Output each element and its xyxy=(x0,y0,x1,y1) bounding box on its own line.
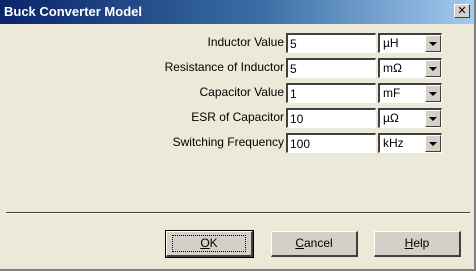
resistance-unit-select[interactable]: mΩ xyxy=(378,58,442,78)
chevron-down-icon xyxy=(429,117,437,121)
inductor-unit-select[interactable]: µH xyxy=(378,33,442,53)
inductor-unit-value: µH xyxy=(383,36,399,50)
separator-line xyxy=(6,212,470,214)
ok-button[interactable]: OK xyxy=(165,230,254,258)
dialog-window: Buck Converter Model ✕ Inductor Value µH… xyxy=(0,0,476,271)
capacitor-value-input[interactable] xyxy=(286,83,376,103)
close-icon: ✕ xyxy=(457,4,467,17)
field-row-esr-of-capacitor: ESR of Capacitor µΩ xyxy=(0,108,476,128)
inductor-value-input[interactable] xyxy=(286,33,376,53)
field-row-capacitor-value: Capacitor Value mF xyxy=(0,83,476,103)
cancel-button-label: Cancel xyxy=(295,236,333,250)
chevron-down-icon xyxy=(429,92,437,96)
esr-of-capacitor-input[interactable] xyxy=(286,108,376,128)
capacitor-value-label: Capacitor Value xyxy=(199,85,285,99)
resistance-unit-value: mΩ xyxy=(383,61,402,75)
chevron-down-icon xyxy=(429,67,437,71)
switching-frequency-input[interactable] xyxy=(286,133,376,153)
help-button[interactable]: Help xyxy=(374,231,461,257)
chevron-down-icon xyxy=(429,42,437,46)
frequency-unit-dropdown-button[interactable] xyxy=(425,135,441,152)
resistance-unit-dropdown-button[interactable] xyxy=(425,60,441,77)
esr-of-capacitor-label: ESR of Capacitor xyxy=(191,110,284,124)
inductor-value-label: Inductor Value xyxy=(207,35,285,49)
capacitor-unit-value: mF xyxy=(383,86,401,100)
esr-unit-select[interactable]: µΩ xyxy=(378,108,442,128)
field-row-resistance-of-inductor: Resistance of Inductor mΩ xyxy=(0,58,476,78)
window-title: Buck Converter Model xyxy=(4,4,142,19)
cancel-button[interactable]: Cancel xyxy=(271,231,358,257)
close-button[interactable]: ✕ xyxy=(454,4,470,18)
esr-unit-dropdown-button[interactable] xyxy=(425,110,441,127)
frequency-unit-select[interactable]: kHz xyxy=(378,133,442,153)
field-row-switching-frequency: Switching Frequency kHz xyxy=(0,133,476,153)
resistance-of-inductor-input[interactable] xyxy=(286,58,376,78)
field-row-inductor-value: Inductor Value µH xyxy=(0,33,476,53)
inductor-unit-dropdown-button[interactable] xyxy=(425,35,441,52)
switching-frequency-label: Switching Frequency xyxy=(172,135,284,149)
resistance-of-inductor-label: Resistance of Inductor xyxy=(164,60,284,74)
title-bar[interactable]: Buck Converter Model ✕ xyxy=(0,0,474,24)
chevron-down-icon xyxy=(429,142,437,146)
capacitor-unit-select[interactable]: mF xyxy=(378,83,442,103)
capacitor-unit-dropdown-button[interactable] xyxy=(425,85,441,102)
help-button-label: Help xyxy=(404,236,430,250)
frequency-unit-value: kHz xyxy=(383,136,404,150)
ok-button-label: OK xyxy=(200,236,218,250)
esr-unit-value: µΩ xyxy=(383,111,399,125)
